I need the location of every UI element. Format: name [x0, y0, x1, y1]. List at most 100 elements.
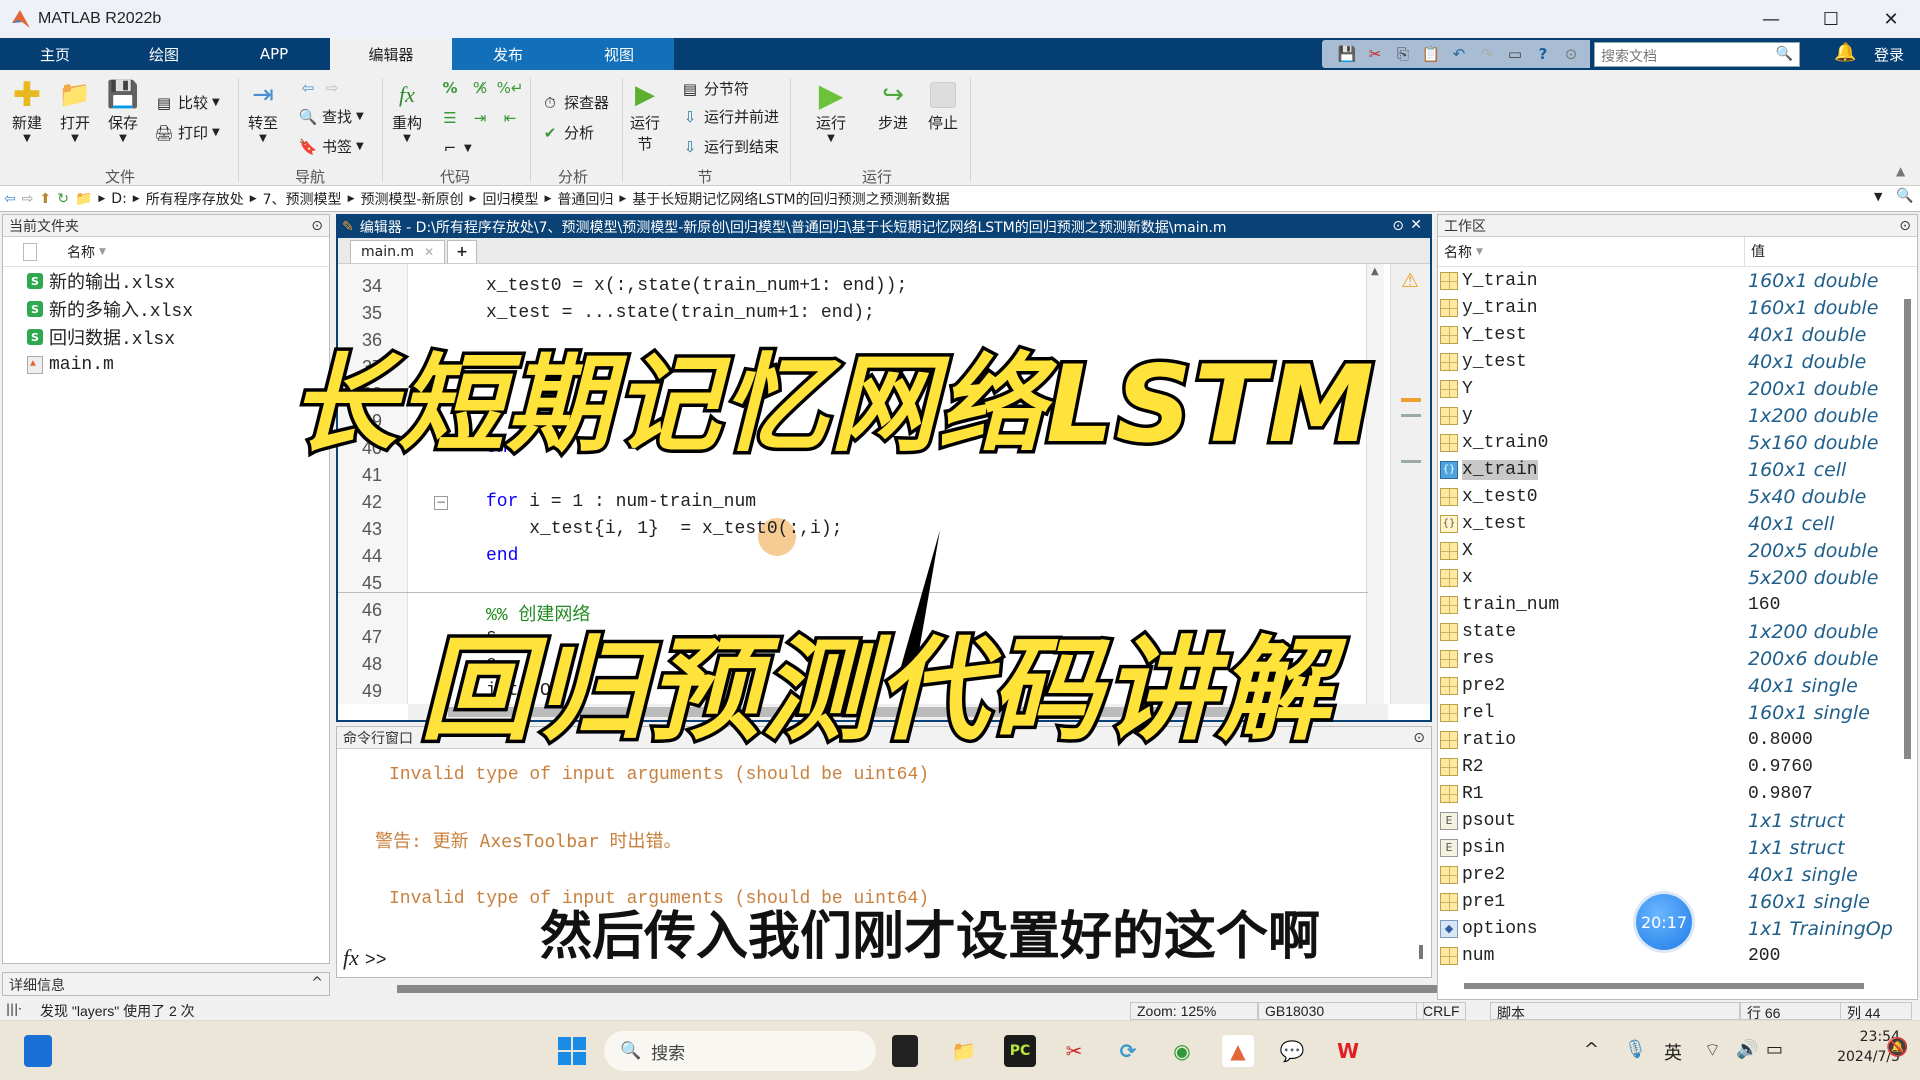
command-prompt[interactable]: fx >>: [343, 945, 387, 971]
file-item[interactable]: S 新的输出.xlsx: [3, 267, 329, 295]
login-link[interactable]: 登录: [1874, 44, 1904, 65]
warning-icon[interactable]: ⚠: [1401, 268, 1419, 292]
value-column-header[interactable]: 值: [1744, 237, 1765, 267]
refactor-button[interactable]: fx 重构 ▼: [390, 78, 424, 144]
battery-icon[interactable]: ▭: [1766, 1039, 1783, 1060]
undo-icon[interactable]: ↶: [1448, 43, 1470, 65]
workspace-variable-row[interactable]: x 5x200 double: [1438, 564, 1917, 591]
tab-home[interactable]: 主页: [0, 38, 110, 70]
workspace-variable-row[interactable]: X 200x5 double: [1438, 537, 1917, 564]
marker[interactable]: [1401, 414, 1421, 417]
workspace-variable-row[interactable]: {} x_train 160x1 cell: [1438, 456, 1917, 483]
find-button[interactable]: 🔍 查找 ▼: [298, 106, 364, 127]
notification-bell-icon[interactable]: 🔔: [1834, 42, 1856, 63]
name-column-header[interactable]: 名称: [1444, 242, 1472, 262]
workspace-variable-row[interactable]: train_num 160: [1438, 591, 1917, 618]
tab-editor[interactable]: 编辑器: [330, 38, 452, 70]
workspace-variable-row[interactable]: Y_test 40x1 double: [1438, 321, 1917, 348]
analyze-button[interactable]: ✔ 分析: [540, 122, 594, 143]
compare-button[interactable]: ▤ 比较 ▼: [154, 92, 220, 113]
tab-view[interactable]: 视图: [564, 38, 674, 70]
workspace-variable-row[interactable]: y 1x200 double: [1438, 402, 1917, 429]
copy-icon[interactable]: ⎘: [1392, 43, 1414, 65]
code-line[interactable]: for i = 1 : num-train_num: [486, 492, 756, 512]
file-item[interactable]: S 新的多输入.xlsx: [3, 295, 329, 323]
chrome-icon[interactable]: ◉: [1166, 1035, 1198, 1067]
save-button[interactable]: 💾 保存 ▼: [106, 78, 140, 144]
file-tab-main[interactable]: main.m ✕: [350, 240, 446, 263]
browse-folder-icon[interactable]: ↻: [57, 191, 69, 207]
tab-close-icon[interactable]: ✕: [424, 245, 434, 259]
maximize-button[interactable]: ☐: [1802, 0, 1860, 38]
microphone-icon[interactable]: 🎙: [1624, 1039, 1647, 1060]
paste-icon[interactable]: 📋: [1420, 43, 1442, 65]
editor-close-icon[interactable]: ✕: [1410, 217, 1422, 233]
wechat-icon[interactable]: 💬: [1276, 1035, 1308, 1067]
forward-icon[interactable]: ⇨: [22, 191, 34, 207]
address-dropdown-icon[interactable]: ▼: [1874, 190, 1882, 203]
profiler-button[interactable]: ⏱ 探查器: [540, 92, 609, 113]
editor-menu-icon[interactable]: ⊙: [1392, 218, 1404, 234]
run-to-end-button[interactable]: ⇩ 运行到结束: [680, 136, 779, 157]
comment-icon[interactable]: %: [440, 78, 460, 98]
save-icon[interactable]: 💾: [1336, 43, 1358, 65]
tab-plots[interactable]: 绘图: [110, 38, 218, 70]
bookmark-button[interactable]: 🔖 书签 ▼: [298, 136, 364, 157]
workspace-variable-row[interactable]: R1 0.9807: [1438, 780, 1917, 807]
workspace-variable-row[interactable]: pre2 40x1 single: [1438, 861, 1917, 888]
minimize-button[interactable]: —: [1742, 0, 1800, 38]
breadcrumb-item[interactable]: 所有程序存放处: [146, 189, 244, 209]
breadcrumb-item[interactable]: 基于长短期记忆网络LSTM的回归预测之预测新数据: [632, 189, 949, 209]
breadcrumb-item[interactable]: 7、预测模型: [263, 189, 342, 209]
pycharm-icon[interactable]: PC: [1004, 1035, 1036, 1067]
forward-arrow-icon[interactable]: ⇨: [322, 78, 342, 98]
workspace-variable-row[interactable]: {} x_test 40x1 cell: [1438, 510, 1917, 537]
cut-icon[interactable]: ✂: [1364, 43, 1386, 65]
volume-icon[interactable]: 🔊: [1736, 1039, 1758, 1060]
up-folder-icon[interactable]: ⬆: [39, 191, 51, 207]
workspace-variable-row[interactable]: x_train0 5x160 double: [1438, 429, 1917, 456]
back-icon[interactable]: ⇦: [4, 191, 16, 207]
expand-icon[interactable]: ^: [311, 975, 323, 993]
taskbar-search[interactable]: 🔍 搜索: [604, 1031, 876, 1071]
tab-apps[interactable]: APP: [218, 38, 330, 70]
workspace-variable-row[interactable]: Epsin 1x1 struct: [1438, 834, 1917, 861]
decrease-indent-icon[interactable]: ⇤: [500, 108, 520, 128]
workspace-variable-row[interactable]: Y_train 160x1 double: [1438, 267, 1917, 294]
matlab-taskbar-icon[interactable]: ▲: [1222, 1035, 1254, 1067]
warning-marker[interactable]: [1401, 398, 1421, 402]
fold-toggle-icon[interactable]: −: [434, 496, 448, 510]
dropdown-icon[interactable]: ⊙: [1560, 43, 1582, 65]
workspace-vertical-scrollbar[interactable]: [1904, 299, 1911, 759]
search-icon[interactable]: 🔍: [1776, 46, 1793, 63]
workspace-variable-row[interactable]: Epsout 1x1 struct: [1438, 807, 1917, 834]
open-button[interactable]: 📁 打开 ▼: [58, 78, 92, 144]
switch-windows-icon[interactable]: ▭: [1504, 43, 1526, 65]
print-button[interactable]: 🖨 打印 ▼: [154, 122, 219, 143]
tab-publish[interactable]: 发布: [452, 38, 564, 70]
panel-menu-icon[interactable]: ⊙: [1413, 730, 1425, 746]
fixed-point-button[interactable]: ⌐ ▼: [440, 138, 472, 158]
close-button[interactable]: ✕: [1862, 0, 1920, 38]
zoom-level[interactable]: Zoom: 125%: [1130, 1002, 1258, 1020]
widgets-icon[interactable]: [24, 1035, 52, 1067]
file-column-header[interactable]: 名称 ▼: [3, 237, 329, 267]
fx-icon[interactable]: fx: [343, 945, 359, 970]
wrap-comment-icon[interactable]: %↵: [497, 78, 524, 98]
show-hidden-icons[interactable]: ^: [1584, 1039, 1599, 1060]
sync-app-icon[interactable]: ⟳: [1112, 1035, 1144, 1067]
workspace-horizontal-scrollbar[interactable]: [1464, 983, 1864, 989]
code-line[interactable]: x_test0 = x(:,state(train_num+1: end));: [486, 276, 907, 296]
uncomment-icon[interactable]: %̸: [470, 78, 490, 98]
workspace-variable-row[interactable]: x_test0 5x40 double: [1438, 483, 1917, 510]
panel-menu-icon[interactable]: ⊙: [311, 218, 323, 234]
section-break-button[interactable]: ▤ 分节符: [680, 78, 749, 99]
breadcrumb-item[interactable]: 回归模型: [482, 189, 538, 209]
step-button[interactable]: ↪ 步进: [876, 78, 910, 133]
command-scrollbar[interactable]: [1419, 945, 1423, 959]
file-explorer-icon[interactable]: 📁: [948, 1035, 980, 1067]
recording-timer-badge[interactable]: 20:17: [1636, 894, 1692, 950]
run-section-button[interactable]: ▶ 运行 节: [628, 78, 662, 154]
breadcrumb-item[interactable]: D:: [111, 191, 127, 207]
marker[interactable]: [1401, 460, 1421, 463]
